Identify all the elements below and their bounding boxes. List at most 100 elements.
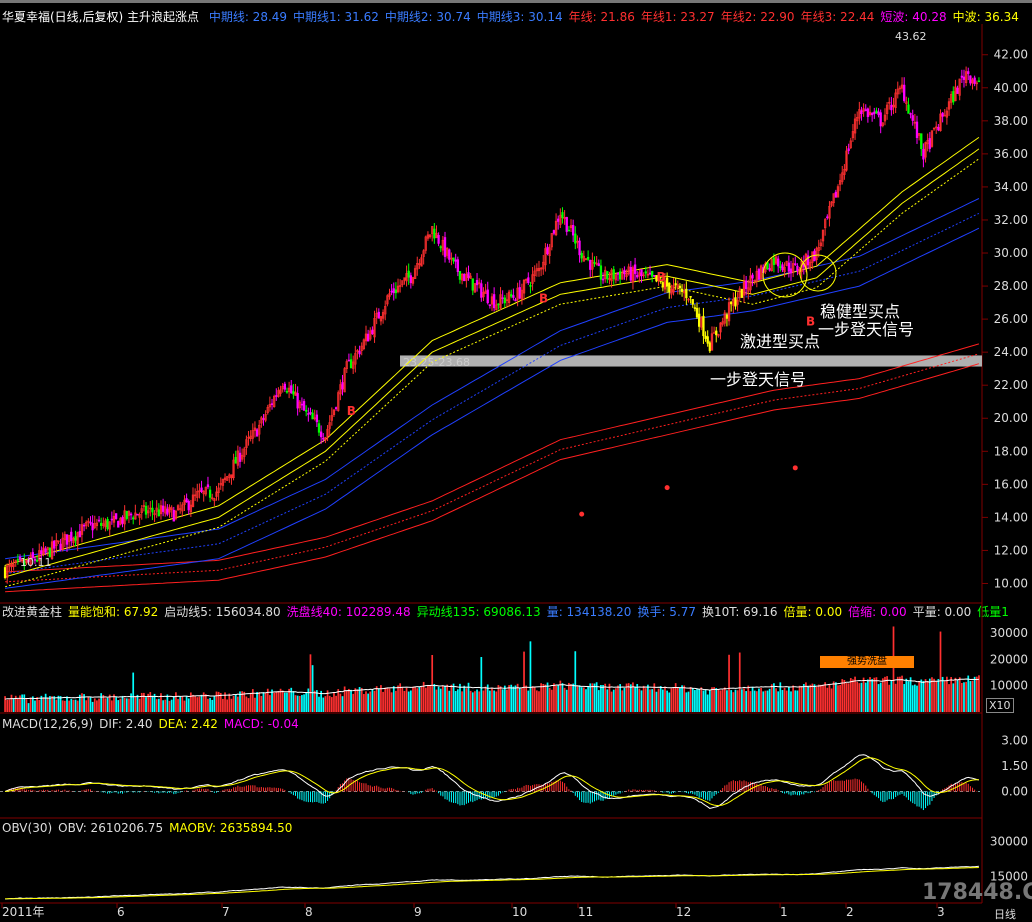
volume-bar	[941, 676, 944, 712]
volume-bar	[463, 685, 466, 712]
volume-bar	[785, 690, 788, 712]
volume-bar	[730, 690, 733, 712]
buy-b-marker: B	[539, 292, 548, 306]
volume-bar	[640, 690, 643, 712]
candle-body	[744, 280, 748, 290]
price-tick-label: 12.00	[994, 543, 1028, 557]
ma-yellow-band	[4, 158, 980, 588]
candle-body	[307, 413, 310, 415]
volume-bar	[29, 697, 32, 712]
candle-body	[292, 391, 295, 395]
volume-bar	[561, 683, 564, 712]
candle-body	[751, 274, 754, 279]
candle-body	[125, 510, 128, 519]
x-axis-label: 2	[846, 905, 854, 919]
volume-bar	[751, 686, 754, 712]
volume-bar	[546, 682, 549, 712]
candle-body	[394, 289, 398, 294]
volume-bar	[335, 695, 337, 712]
candle-body	[618, 271, 622, 280]
price-tick-label: 34.00	[994, 180, 1028, 194]
ma-red-band	[5, 353, 980, 583]
candle-body	[300, 403, 304, 406]
candle-body	[593, 262, 596, 264]
volume-bar	[659, 686, 662, 712]
kline-chart[interactable]: BBBB 42.0040.0038.0036.0034.0032.0030.00…	[0, 0, 1032, 920]
candle-body	[510, 294, 513, 297]
volume-bar	[46, 698, 49, 712]
volume-bar	[226, 699, 229, 712]
volume-bar	[27, 703, 30, 712]
volume-bar	[565, 689, 568, 712]
volume-bar	[175, 692, 177, 712]
volume-bar	[273, 692, 276, 712]
volume-tick-label: 30000	[990, 626, 1028, 640]
candle-body	[452, 257, 455, 262]
volume-bar	[922, 680, 925, 712]
candle-body	[311, 412, 314, 420]
volume-bar	[702, 690, 705, 712]
volume-bar	[728, 654, 730, 712]
volume-tick-label: 20000	[990, 652, 1028, 666]
x-axis-label: 10	[512, 905, 527, 919]
ma-red-line	[5, 363, 980, 593]
volume-bar	[661, 689, 664, 712]
volume-bar	[64, 700, 66, 712]
price-tick-label: 20.00	[994, 411, 1028, 425]
candle-body	[956, 87, 959, 94]
volume-bar	[847, 683, 850, 712]
candle-body	[873, 111, 876, 115]
volume-bar	[377, 688, 380, 712]
volume-bar	[783, 687, 786, 712]
x-axis-label: 2011年	[2, 905, 45, 919]
volume-bar	[828, 684, 831, 712]
volume-bar	[747, 685, 750, 712]
volume-bar	[672, 687, 675, 712]
candle-body	[129, 513, 133, 516]
frame-bg	[0, 24, 1032, 920]
macd-dea-line	[5, 757, 979, 807]
volume-bar	[638, 688, 641, 712]
volume-bar	[339, 693, 342, 712]
candle-body	[371, 329, 374, 335]
candle-body	[578, 240, 581, 256]
volume-bar	[311, 665, 314, 712]
volume-bar	[849, 678, 852, 712]
volume-bar	[634, 686, 636, 712]
volume-bar	[683, 685, 686, 712]
volume-bar	[760, 687, 762, 712]
volume-bar	[172, 696, 175, 712]
volume-bar	[121, 695, 124, 712]
volume-bar	[98, 698, 100, 712]
volume-bar	[969, 681, 972, 712]
candle-body	[715, 330, 718, 336]
volume-bar	[512, 686, 515, 712]
volume-bar	[726, 690, 728, 712]
candle-body	[97, 519, 101, 522]
candle-body	[255, 429, 259, 437]
volume-bar	[228, 693, 231, 712]
ma-red-band	[5, 343, 980, 573]
candle-body	[349, 359, 353, 369]
candle-body	[480, 283, 483, 298]
volume-bar	[6, 699, 9, 712]
candle-body	[392, 288, 395, 294]
volume-bar	[409, 690, 412, 712]
obv-tick-label: 30000	[990, 835, 1028, 849]
volume-bar	[328, 695, 331, 712]
volume-bar	[574, 651, 577, 712]
volume-bar	[529, 641, 532, 712]
volume-bar	[881, 678, 884, 712]
volume-bar	[734, 689, 737, 712]
volume-bar	[106, 697, 109, 712]
candle-body	[136, 513, 139, 516]
candle-body	[565, 216, 568, 232]
volume-bar	[100, 693, 103, 712]
volume-bar	[557, 684, 560, 712]
candle-body	[572, 224, 575, 236]
candle-body	[875, 110, 878, 114]
volume-bar	[971, 680, 974, 712]
volume-bar	[553, 683, 555, 712]
volume-bar	[604, 683, 607, 712]
volume-bar	[194, 696, 196, 712]
